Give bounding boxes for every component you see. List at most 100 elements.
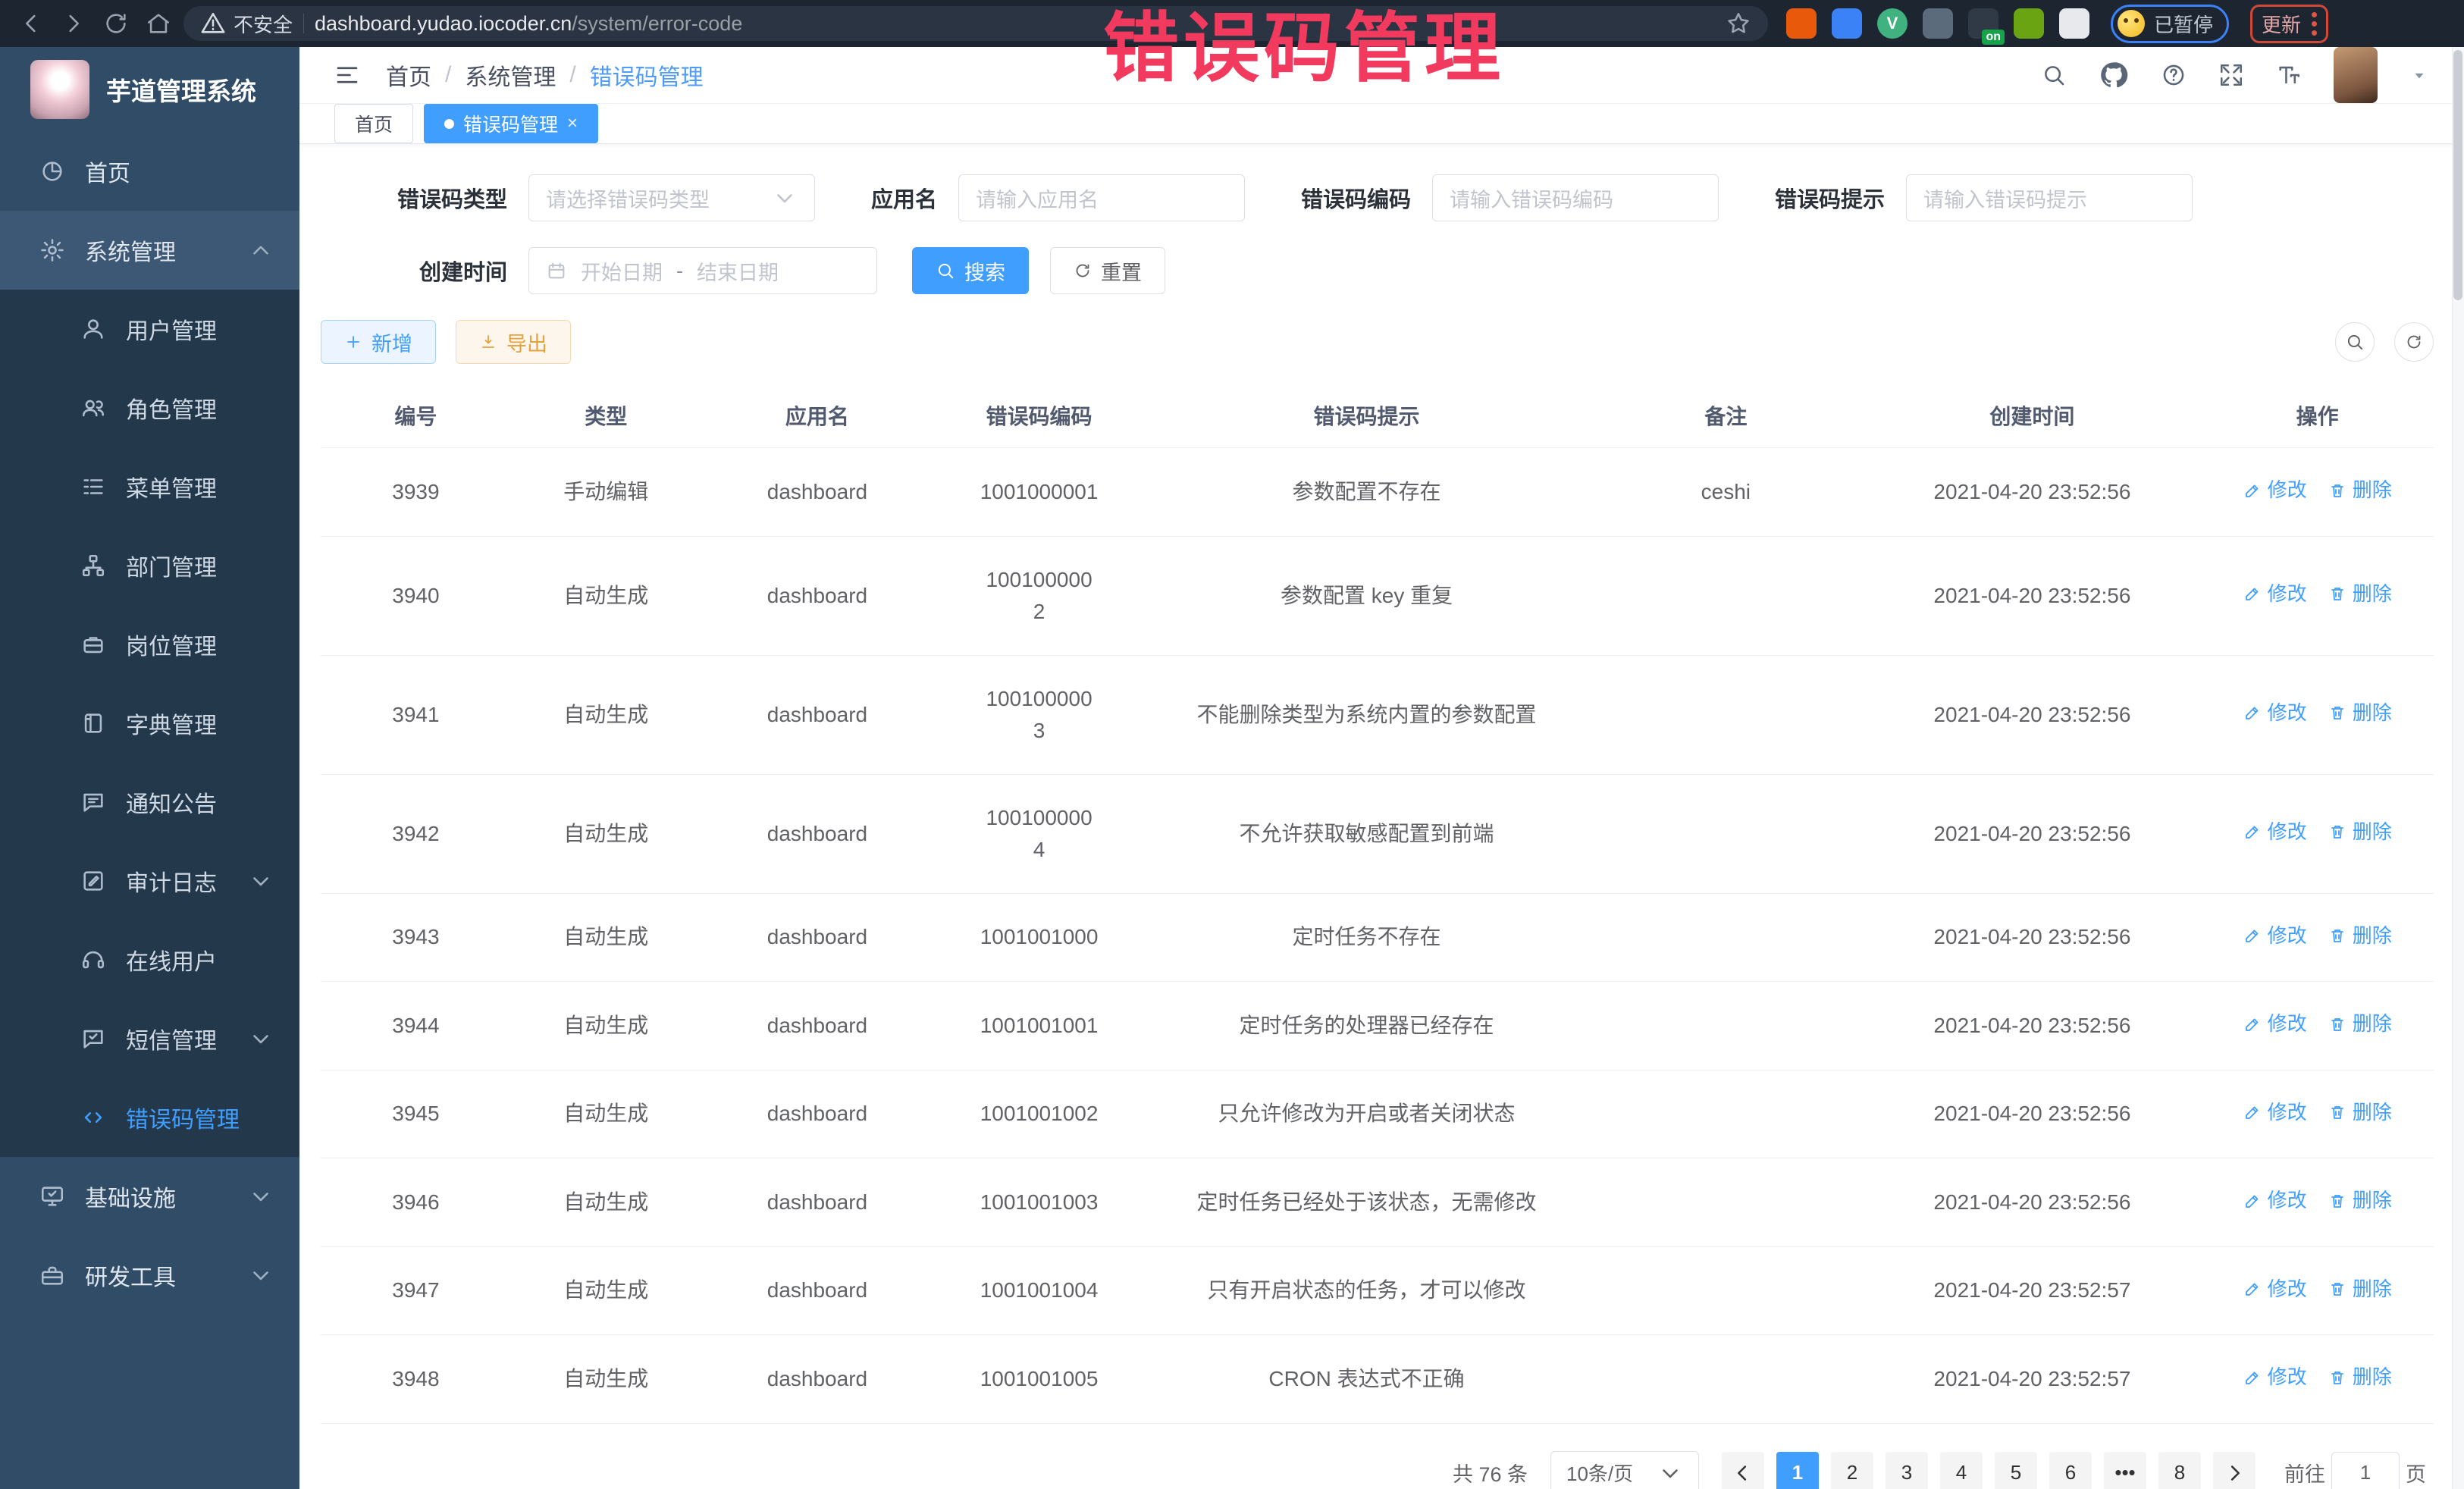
edit-row-link[interactable]: 修改 xyxy=(2243,1362,2307,1392)
delete-row-link[interactable]: 删除 xyxy=(2328,1098,2392,1127)
error-code-input[interactable]: 请输入错误码编码 xyxy=(1432,174,1719,221)
address-bar[interactable]: 不安全 dashboard.yudao.iocoder.cn/system/er… xyxy=(183,6,1768,41)
green-tool-extension[interactable] xyxy=(2014,8,2044,39)
browser-forward-button[interactable] xyxy=(56,6,91,41)
edit-row-link[interactable]: 修改 xyxy=(2243,475,2307,505)
sidebar-item-code[interactable]: 错误码管理 xyxy=(0,1078,299,1157)
app-logo[interactable]: 芋道管理系统 xyxy=(0,47,299,132)
orange-gear-extension[interactable] xyxy=(1786,8,1817,39)
delete-row-link[interactable]: 删除 xyxy=(2328,579,2392,609)
sidebar-item-monitor-check[interactable]: 基础设施 xyxy=(0,1157,299,1236)
page-button-6[interactable]: 6 xyxy=(2049,1452,2092,1489)
edit-row-link[interactable]: 修改 xyxy=(2243,1186,2307,1215)
page-ellipsis[interactable]: ••• xyxy=(2104,1452,2146,1489)
delete-row-link[interactable]: 删除 xyxy=(2328,1186,2392,1215)
user-menu-caret-icon[interactable] xyxy=(2409,65,2429,85)
browser-home-button[interactable] xyxy=(141,6,176,41)
sidebar-item-sitemap[interactable]: 部门管理 xyxy=(0,526,299,605)
reset-button[interactable]: 重置 xyxy=(1050,247,1165,294)
edit-row-link[interactable]: 修改 xyxy=(2243,921,2307,951)
tab-home[interactable]: 首页 xyxy=(334,104,413,143)
sidebar-item-headset[interactable]: 在线用户 xyxy=(0,920,299,999)
export-button[interactable]: 导出 xyxy=(456,320,571,364)
browser-back-button[interactable] xyxy=(14,6,49,41)
goto-page-input[interactable]: 1 xyxy=(2331,1452,2400,1489)
cell-code: 1001000001 xyxy=(933,448,1145,537)
help-icon[interactable] xyxy=(2161,62,2187,88)
proxy-extension[interactable]: on xyxy=(1968,8,1998,39)
page-button-3[interactable]: 3 xyxy=(1886,1452,1928,1489)
sidebar-item-edit-doc[interactable]: 审计日志 xyxy=(0,842,299,920)
refresh-table-button[interactable] xyxy=(2394,322,2434,362)
puzzle-extension[interactable] xyxy=(2059,8,2089,39)
sidebar-item-book[interactable]: 字典管理 xyxy=(0,684,299,763)
edit-row-link[interactable]: 修改 xyxy=(2243,698,2307,728)
page-button-1[interactable]: 1 xyxy=(1776,1452,1819,1489)
cell-code: 1001000003 xyxy=(933,655,1145,774)
sidebar-item-pie-chart[interactable]: 首页 xyxy=(0,132,299,211)
page-button-8[interactable]: 8 xyxy=(2158,1452,2201,1489)
delete-row-link[interactable]: 删除 xyxy=(2328,1009,2392,1039)
sidebar-item-menu-list[interactable]: 菜单管理 xyxy=(0,447,299,526)
create-time-range-picker[interactable]: 开始日期 - 结束日期 xyxy=(528,247,877,294)
bookmark-star-icon[interactable] xyxy=(1726,11,1751,36)
user-avatar[interactable] xyxy=(2334,47,2378,103)
error-msg-input[interactable]: 请输入错误码提示 xyxy=(1906,174,2193,221)
sidebar-item-megaphone[interactable]: 通知公告 xyxy=(0,763,299,842)
browser-menu-icon[interactable] xyxy=(2312,12,2317,36)
cell-app: dashboard xyxy=(701,655,934,774)
scrollbar-thumb[interactable] xyxy=(2453,50,2462,300)
vue-devtools-extension[interactable]: V xyxy=(1877,8,1908,39)
next-page-button[interactable] xyxy=(2213,1452,2256,1489)
sidebar-item-briefcase[interactable]: 岗位管理 xyxy=(0,605,299,684)
tab-error-code[interactable]: 错误码管理× xyxy=(424,104,598,143)
page-button-2[interactable]: 2 xyxy=(1831,1452,1873,1489)
search-button[interactable]: 搜索 xyxy=(912,247,1029,294)
sidebar-item-users[interactable]: 角色管理 xyxy=(0,368,299,447)
cell-code: 1001001004 xyxy=(933,1246,1145,1335)
prev-page-button[interactable] xyxy=(1722,1452,1764,1489)
profile-paused-pill[interactable]: 已暂停 xyxy=(2111,5,2229,43)
sidebar-item-label: 角色管理 xyxy=(126,391,274,425)
table-row: 3945自动生成dashboard1001001002只允许修改为开启或者关闭状… xyxy=(321,1070,2434,1158)
close-tab-icon[interactable]: × xyxy=(567,114,578,133)
sidebar-item-user[interactable]: 用户管理 xyxy=(0,290,299,368)
header-search-icon[interactable] xyxy=(2041,62,2067,88)
cell-memo xyxy=(1588,1335,1863,1424)
cell-actions: 修改删除 xyxy=(2201,536,2434,655)
page-button-5[interactable]: 5 xyxy=(1995,1452,2037,1489)
delete-row-link[interactable]: 删除 xyxy=(2328,698,2392,728)
delete-row-link[interactable]: 删除 xyxy=(2328,475,2392,505)
breadcrumb-home[interactable]: 首页 xyxy=(386,58,431,92)
github-icon[interactable] xyxy=(2099,60,2129,90)
edit-row-link[interactable]: 修改 xyxy=(2243,1009,2307,1039)
goto-suffix: 页 xyxy=(2406,1458,2426,1487)
fullscreen-icon[interactable] xyxy=(2218,62,2244,88)
blue-gem-extension[interactable] xyxy=(1832,8,1862,39)
add-button[interactable]: 新增 xyxy=(321,320,436,364)
collapse-sidebar-button[interactable] xyxy=(334,62,360,88)
page-scrollbar[interactable] xyxy=(2452,47,2464,1489)
edit-row-link[interactable]: 修改 xyxy=(2243,817,2307,847)
browser-update-button[interactable]: 更新 xyxy=(2250,5,2328,43)
edit-row-link[interactable]: 修改 xyxy=(2243,579,2307,609)
grid-extension[interactable] xyxy=(1923,8,1953,39)
sidebar-item-gear[interactable]: 系统管理 xyxy=(0,211,299,290)
search-icon xyxy=(936,261,955,281)
page-size-select[interactable]: 10条/页 xyxy=(1550,1451,1699,1489)
error-type-select[interactable]: 请选择错误码类型 xyxy=(528,174,815,221)
delete-row-link[interactable]: 删除 xyxy=(2328,817,2392,847)
edit-row-link[interactable]: 修改 xyxy=(2243,1274,2307,1304)
delete-row-link[interactable]: 删除 xyxy=(2328,921,2392,951)
browser-reload-button[interactable] xyxy=(99,6,133,41)
font-size-icon[interactable] xyxy=(2276,62,2302,88)
show-search-toggle-button[interactable] xyxy=(2335,322,2375,362)
app-name-input[interactable]: 请输入应用名 xyxy=(958,174,1245,221)
delete-row-link[interactable]: 删除 xyxy=(2328,1274,2392,1304)
page-button-4[interactable]: 4 xyxy=(1940,1452,1983,1489)
breadcrumb-system[interactable]: 系统管理 xyxy=(465,58,556,92)
edit-row-link[interactable]: 修改 xyxy=(2243,1098,2307,1127)
sidebar-item-message-check[interactable]: 短信管理 xyxy=(0,999,299,1078)
sidebar-item-toolbox[interactable]: 研发工具 xyxy=(0,1236,299,1315)
delete-row-link[interactable]: 删除 xyxy=(2328,1362,2392,1392)
